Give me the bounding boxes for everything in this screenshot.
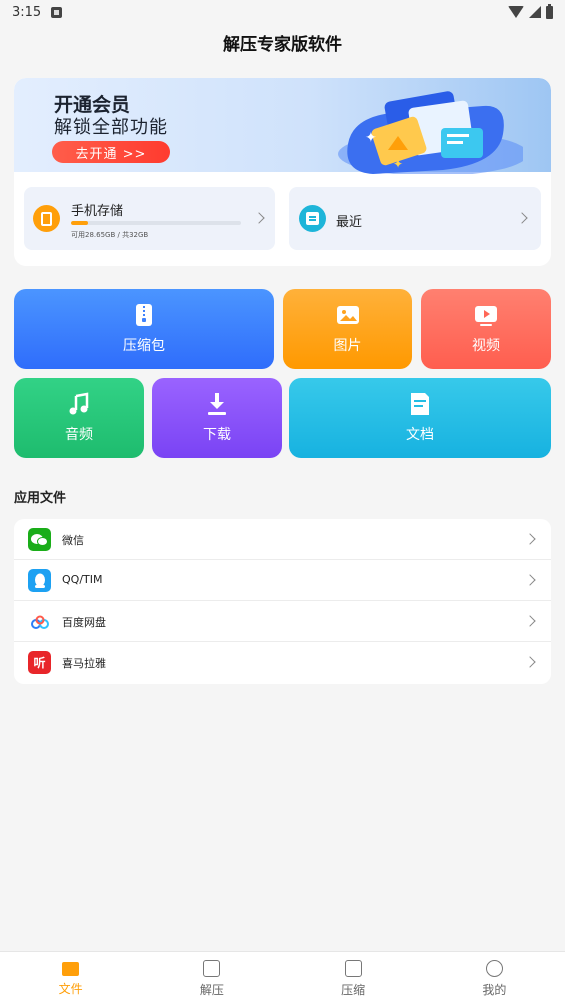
folder-illustration-icon: ✦ ✦ [338, 91, 523, 174]
category-zip[interactable]: 压缩包 [14, 289, 274, 369]
storage-progress-bar [71, 221, 241, 225]
svg-text:✦: ✦ [365, 130, 377, 146]
category-image[interactable]: 图片 [283, 289, 412, 369]
recent-files-icon [299, 205, 326, 232]
phone-storage-card[interactable]: 手机存储 可用28.65GB / 共32GB [24, 187, 275, 250]
ximalaya-icon: 听 [28, 651, 51, 674]
recent-card[interactable]: 最近 [289, 187, 541, 250]
list-item-ximalaya[interactable]: 听 喜马拉雅 [14, 642, 551, 683]
svg-text:✦: ✦ [393, 157, 403, 171]
category-label: 压缩包 [123, 338, 165, 354]
top-card: 开通会员 解锁全部功能 去开通 >> ✦ ✦ 手机存储 可用28.65GB / … [14, 78, 551, 266]
vip-banner[interactable]: 开通会员 解锁全部功能 去开通 >> ✦ ✦ [14, 78, 551, 174]
app-name: 喜马拉雅 [62, 657, 106, 670]
tab-compress[interactable]: 压缩 [283, 952, 424, 1004]
image-icon [336, 306, 359, 324]
chevron-right-icon [516, 212, 528, 224]
storage-detail: 可用28.65GB / 共32GB [71, 231, 149, 239]
category-label: 音频 [65, 427, 93, 443]
zip-icon [136, 304, 152, 326]
open-vip-button[interactable]: 去开通 >> [52, 141, 170, 163]
list-item-baidu-netdisk[interactable]: 百度网盘 [14, 601, 551, 642]
app-name: 百度网盘 [62, 616, 106, 629]
banner-subtitle: 解锁全部功能 [54, 117, 168, 138]
signal-icon [529, 6, 541, 18]
phone-icon [33, 205, 60, 232]
tab-label: 我的 [482, 983, 507, 997]
chevron-right-icon [524, 533, 536, 545]
status-time: 3:15 [12, 4, 42, 20]
tab-mine[interactable]: 我的 [424, 952, 565, 1004]
chevron-right-icon [524, 574, 536, 586]
status-icons [508, 3, 553, 19]
wechat-icon [28, 528, 51, 551]
list-item-qq[interactable]: QQ/TIM [14, 560, 551, 601]
smile-face-icon [485, 960, 503, 977]
category-video[interactable]: 视频 [421, 289, 551, 369]
tab-label: 文件 [58, 982, 83, 996]
extract-icon [203, 960, 221, 977]
recent-label: 最近 [336, 215, 363, 230]
bottom-nav: 文件 解压 压缩 我的 [0, 951, 565, 1004]
baidu-netdisk-icon [28, 610, 51, 633]
page-title: 解压专家版软件 [223, 35, 342, 55]
music-icon [69, 392, 89, 415]
tab-label: 解压 [199, 983, 224, 997]
list-item-wechat[interactable]: 微信 [14, 519, 551, 560]
category-label: 文档 [406, 427, 434, 443]
tab-label: 压缩 [341, 983, 366, 997]
tab-extract[interactable]: 解压 [141, 952, 282, 1004]
document-icon [411, 393, 429, 415]
category-label: 视频 [472, 338, 500, 354]
app-name: QQ/TIM [62, 573, 103, 586]
chevron-right-icon [524, 615, 536, 627]
battery-icon [546, 3, 553, 19]
chevron-right-icon [524, 656, 536, 668]
video-icon [475, 306, 497, 326]
storage-label: 手机存储 [71, 204, 124, 219]
chevron-right-icon [253, 212, 265, 224]
folder-icon [62, 962, 80, 976]
category-label: 下载 [203, 427, 231, 443]
compress-icon [344, 960, 362, 977]
notification-icon [51, 6, 63, 18]
download-icon [208, 393, 226, 415]
app-files-list: 微信 QQ/TIM 百度网盘 听 喜马拉雅 [14, 519, 551, 684]
section-title: 应用文件 [14, 491, 67, 506]
storage-progress-fill [71, 221, 88, 225]
status-bar: 3:15 [0, 0, 565, 24]
app-name: 微信 [62, 534, 84, 547]
category-label: 图片 [333, 338, 362, 354]
qq-icon [28, 569, 51, 592]
category-download[interactable]: 下载 [152, 378, 282, 458]
category-audio[interactable]: 音频 [14, 378, 144, 458]
tab-files[interactable]: 文件 [0, 952, 141, 1004]
category-document[interactable]: 文档 [289, 378, 551, 458]
wifi-icon [508, 6, 524, 18]
